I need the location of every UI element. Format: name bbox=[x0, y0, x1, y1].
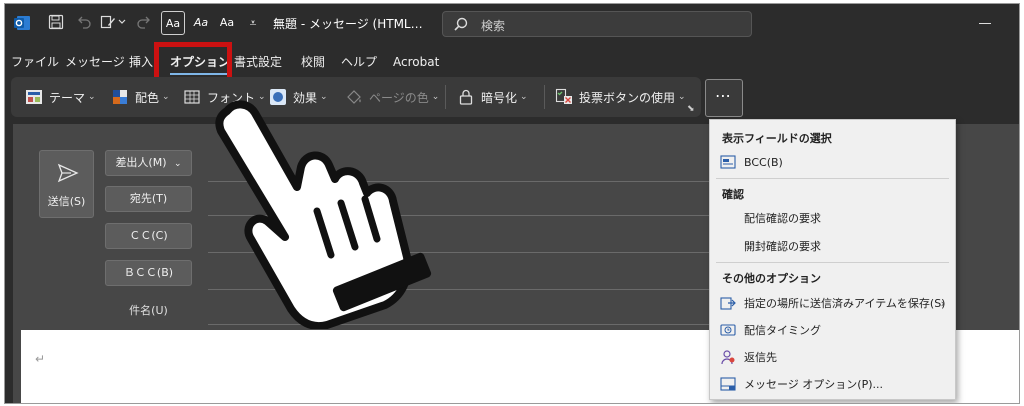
undo-icon[interactable] bbox=[75, 13, 93, 31]
minimize-button[interactable] bbox=[979, 23, 991, 24]
tab-file[interactable]: ファイル bbox=[11, 52, 59, 72]
tab-insert[interactable]: 挿入 bbox=[129, 52, 153, 72]
chevron-down-icon[interactable] bbox=[117, 13, 127, 31]
save-icon[interactable] bbox=[47, 13, 65, 31]
tab-message[interactable]: メッセージ bbox=[65, 52, 125, 72]
delivery-receipt-item[interactable]: 配信確認の要求 bbox=[744, 206, 949, 230]
theme-button[interactable]: テーマ ⌄ bbox=[25, 77, 96, 117]
message-options-label: メッセージ オプション(P)... bbox=[744, 378, 883, 391]
message-options-item[interactable]: メッセージ オプション(P)... bbox=[720, 372, 949, 396]
chevron-down-icon: ⌄ bbox=[88, 92, 96, 102]
send-label: 送信(S) bbox=[47, 195, 86, 208]
tab-review[interactable]: 校閲 bbox=[301, 52, 325, 72]
subject-label: 件名(U) bbox=[129, 304, 168, 317]
bcc-menu-item[interactable]: BCC(B) bbox=[720, 150, 949, 174]
chevron-right-icon: › bbox=[940, 296, 945, 310]
save-sent-items-item[interactable]: 指定の場所に送信済みアイテムを保存(S) › bbox=[720, 291, 949, 315]
bcc-icon bbox=[720, 154, 736, 170]
tab-acrobat[interactable]: Acrobat bbox=[393, 52, 439, 72]
chevron-down-icon: ⌄ bbox=[678, 92, 686, 102]
ribbon-separator bbox=[445, 85, 446, 109]
lock-icon bbox=[457, 88, 475, 106]
delay-delivery-label: 配信タイミング bbox=[744, 324, 821, 337]
save-sent-label: 指定の場所に送信済みアイテムを保存(S) bbox=[744, 297, 946, 310]
theme-label: テーマ bbox=[49, 90, 86, 105]
encrypt-button[interactable]: 暗号化 ⌄ bbox=[457, 77, 528, 117]
document-title: 無題 - メッセージ (HTML… bbox=[273, 17, 423, 31]
send-icon bbox=[57, 163, 79, 186]
menu-separator bbox=[716, 262, 949, 263]
reply-to-label: 返信先 bbox=[744, 351, 777, 364]
read-receipt-item[interactable]: 開封確認の要求 bbox=[744, 234, 949, 258]
show-fields-header: 表示フィールドの選択 bbox=[722, 132, 832, 145]
font-italic-button[interactable]: Aa bbox=[189, 11, 213, 35]
tab-format[interactable]: 書式設定 bbox=[234, 52, 282, 72]
pointing-hand-icon bbox=[215, 100, 432, 329]
dialog-launcher-icon[interactable]: ⬊ bbox=[687, 104, 695, 114]
from-button[interactable]: 差出人(M) ⌄ bbox=[105, 150, 192, 176]
outlook-window: Aa Aa Aa ⩡ 無題 - メッセージ (HTML… 検索 ファイル メッセ… bbox=[4, 3, 1020, 404]
delay-delivery-icon bbox=[720, 322, 736, 338]
redo-icon[interactable] bbox=[135, 13, 153, 31]
paragraph-mark: ↵ bbox=[35, 352, 46, 366]
more-options-dropdown: 表示フィールドの選択 BCC(B) 確認 配信確認の要求 開封確認の要求 その他… bbox=[709, 119, 956, 400]
other-options-header: その他のオプション bbox=[722, 272, 821, 285]
theme-icon bbox=[25, 88, 43, 106]
colors-button[interactable]: 配色 ⌄ bbox=[111, 77, 170, 117]
bcc-menu-label: BCC(B) bbox=[744, 155, 783, 169]
person-icon bbox=[720, 349, 736, 365]
confirm-header: 確認 bbox=[722, 188, 744, 201]
voting-icon bbox=[555, 88, 573, 106]
voting-buttons-button[interactable]: 投票ボタンの使用 ⌄ bbox=[555, 77, 686, 117]
menu-separator bbox=[716, 178, 949, 179]
chevron-down-icon: ⌄ bbox=[520, 92, 528, 102]
tab-help[interactable]: ヘルプ bbox=[341, 52, 377, 72]
search-icon bbox=[453, 16, 469, 35]
chevron-down-icon: ⌄ bbox=[162, 92, 170, 102]
outlook-logo-icon bbox=[13, 14, 31, 32]
color-palette-icon bbox=[111, 88, 129, 106]
customize-qat-button[interactable]: ⩡ bbox=[241, 11, 265, 35]
colors-label: 配色 bbox=[135, 90, 160, 105]
ribbon-separator bbox=[544, 85, 545, 109]
title-bar: Aa Aa Aa ⩡ 無題 - メッセージ (HTML… 検索 bbox=[5, 4, 1019, 42]
send-button[interactable]: 送信(S) bbox=[39, 150, 94, 218]
message-options-icon bbox=[720, 376, 736, 392]
to-button[interactable]: 宛先(T) bbox=[105, 186, 192, 212]
search-placeholder: 検索 bbox=[481, 19, 506, 33]
encrypt-label: 暗号化 bbox=[481, 90, 518, 105]
save-sent-icon bbox=[720, 295, 736, 311]
font-size-button[interactable]: Aa bbox=[161, 11, 185, 35]
edit-draft-icon[interactable] bbox=[99, 13, 117, 31]
cc-button[interactable]: ＣＣ(C) bbox=[105, 223, 192, 249]
more-options-button[interactable]: ⋯ bbox=[705, 79, 743, 117]
font-change-button[interactable]: Aa bbox=[215, 11, 239, 35]
search-box[interactable]: 検索 bbox=[442, 11, 752, 37]
bcc-button[interactable]: ＢＣＣ(B) bbox=[105, 260, 192, 286]
delay-delivery-item[interactable]: 配信タイミング bbox=[720, 318, 949, 342]
font-grid-icon bbox=[183, 88, 201, 106]
chevron-down-icon: ⌄ bbox=[174, 159, 182, 169]
from-label: 差出人(M) bbox=[115, 156, 167, 169]
voting-label: 投票ボタンの使用 bbox=[579, 90, 676, 105]
reply-to-item[interactable]: 返信先 bbox=[720, 345, 949, 369]
